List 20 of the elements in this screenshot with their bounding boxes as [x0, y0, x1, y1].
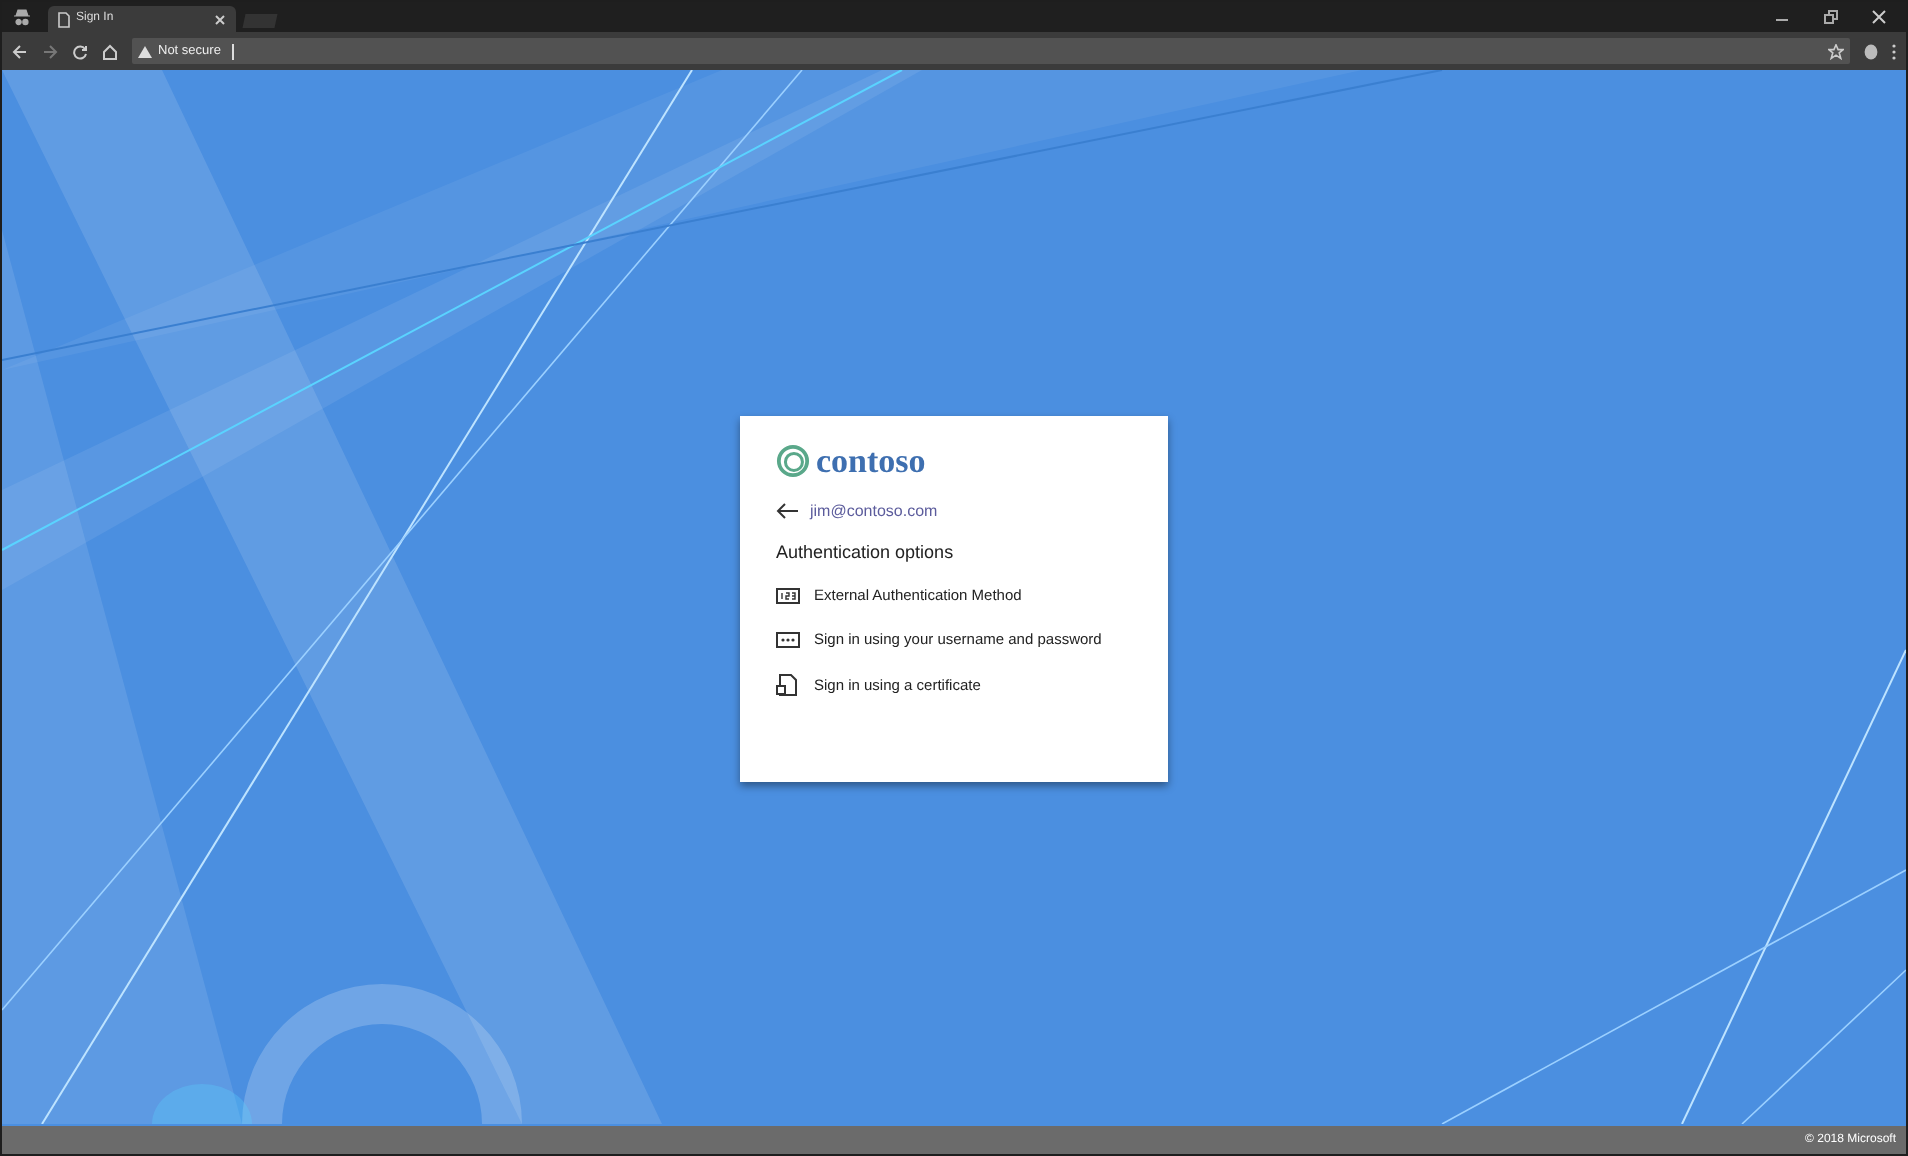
back-icon[interactable] [776, 502, 798, 520]
restore-icon[interactable] [1824, 10, 1838, 24]
extension-icon[interactable] [1864, 43, 1878, 59]
keypad-icon [776, 587, 800, 604]
heading: Authentication options [776, 539, 956, 566]
star-icon[interactable] [1828, 43, 1844, 59]
reload-icon[interactable] [72, 43, 88, 59]
account-email: jim@contoso.com [810, 499, 938, 523]
close-icon[interactable] [1872, 10, 1886, 24]
certificate-icon [776, 673, 800, 696]
logo-icon [776, 444, 810, 478]
logo-text: contoso [816, 443, 926, 479]
home-icon[interactable] [102, 43, 118, 59]
forward-icon[interactable] [42, 43, 58, 59]
password-icon [776, 631, 800, 648]
incognito-icon [12, 8, 32, 26]
close-icon[interactable] [214, 13, 226, 25]
minimize-icon[interactable] [1776, 18, 1788, 22]
warning-icon [138, 45, 152, 57]
page-icon [58, 11, 70, 27]
